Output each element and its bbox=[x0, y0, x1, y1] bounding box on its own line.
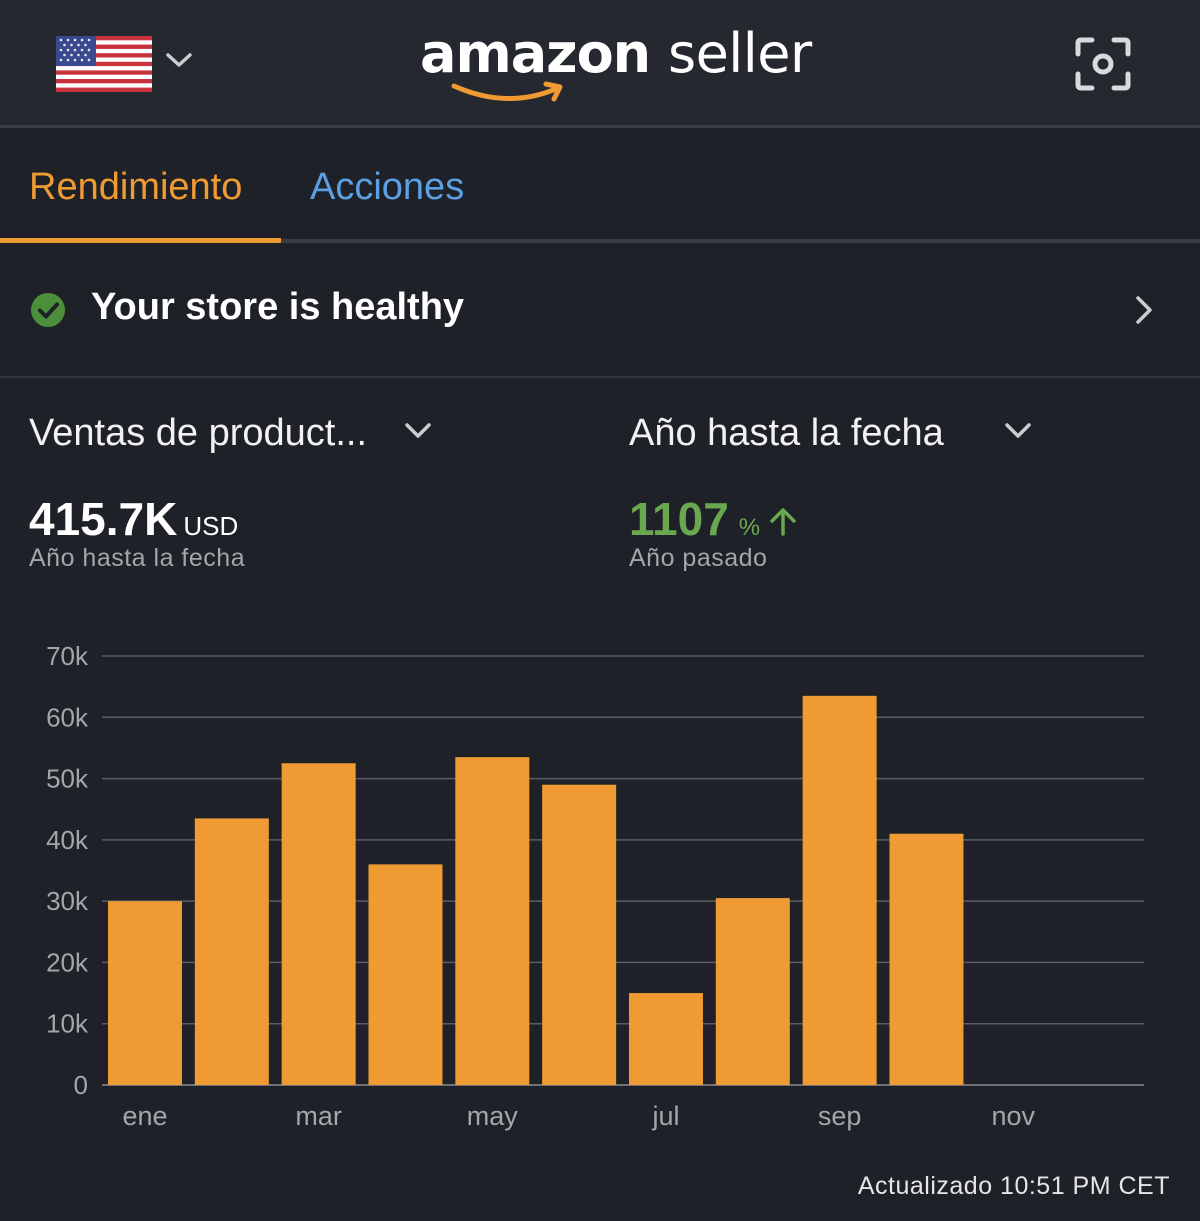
brand-suffix: seller bbox=[667, 22, 812, 85]
chevron-down-icon bbox=[166, 53, 192, 67]
y-tick-label: 60k bbox=[46, 702, 89, 732]
bar-may bbox=[455, 757, 530, 1085]
sales-value: 415.7K bbox=[29, 493, 178, 545]
growth-value: 1107 bbox=[629, 493, 729, 545]
bar-abr bbox=[368, 864, 443, 1085]
y-tick-label: 40k bbox=[46, 825, 89, 855]
y-tick-label: 10k bbox=[46, 1009, 89, 1039]
check-circle-icon bbox=[31, 293, 65, 327]
y-tick-label: 30k bbox=[46, 886, 89, 916]
date-range-dropdown-value: Año hasta la fecha bbox=[629, 412, 944, 454]
growth-unit: % bbox=[738, 514, 761, 541]
chevron-down-icon bbox=[1005, 423, 1031, 438]
bar-jul bbox=[628, 993, 703, 1085]
sales-caption: Año hasta la fecha bbox=[29, 544, 246, 572]
bar-feb bbox=[194, 818, 269, 1085]
tab-acciones[interactable]: Acciones bbox=[310, 131, 464, 244]
brand-name: amazon bbox=[420, 22, 651, 85]
tab-rendimiento[interactable]: Rendimiento bbox=[29, 131, 242, 244]
us-flag-icon bbox=[56, 36, 152, 92]
bar-mar bbox=[281, 763, 356, 1085]
y-tick-label: 50k bbox=[46, 764, 89, 794]
seller-dashboard: amazon seller Rendimiento Acciones Your … bbox=[0, 0, 1200, 1221]
store-health-text: Your store is healthy bbox=[91, 286, 465, 328]
smile-arrow-icon bbox=[451, 81, 563, 102]
date-range-dropdown[interactable]: Año hasta la fecha bbox=[629, 404, 1049, 464]
x-tick-label: ene bbox=[122, 1101, 167, 1131]
y-tick-label: 70k bbox=[46, 641, 89, 671]
x-tick-label: mar bbox=[295, 1101, 342, 1131]
top-bar: amazon seller bbox=[0, 0, 1200, 128]
bar-oct bbox=[889, 833, 964, 1085]
last-updated-text: Actualizado 10:51 PM CET bbox=[857, 1172, 1170, 1200]
x-tick-label: sep bbox=[818, 1101, 862, 1131]
bar-ago bbox=[715, 898, 790, 1085]
scan-icon bbox=[1075, 37, 1131, 91]
store-health-row[interactable]: Your store is healthy bbox=[0, 246, 1200, 378]
x-tick-label: nov bbox=[992, 1101, 1036, 1131]
metric-dropdown[interactable]: Ventas de product... bbox=[29, 404, 449, 464]
bar-sep bbox=[802, 695, 877, 1085]
amazon-seller-logo: amazon seller bbox=[420, 22, 812, 112]
growth-stat: 1107% bbox=[629, 492, 799, 546]
growth-caption: Año pasado bbox=[629, 544, 768, 572]
bar-jun bbox=[542, 784, 617, 1085]
chevron-down-icon bbox=[405, 423, 431, 438]
bar-ene bbox=[108, 901, 182, 1085]
sales-stat: 415.7K USD bbox=[29, 492, 238, 546]
y-tick-label: 0 bbox=[74, 1070, 88, 1100]
tab-bar: Rendimiento Acciones bbox=[0, 131, 1200, 244]
active-tab-indicator bbox=[0, 238, 281, 243]
metric-dropdown-value: Ventas de product... bbox=[29, 412, 368, 454]
arrow-up-icon bbox=[769, 508, 796, 536]
x-tick-label: jul bbox=[651, 1101, 679, 1131]
x-tick-label: may bbox=[467, 1101, 519, 1131]
chevron-right-icon bbox=[1136, 296, 1152, 324]
chart-canvas: 0 10k 20k 30k 40k 50k 60k 70k ene mar may jul sep nov bbox=[46, 641, 1144, 1131]
y-tick-label: 20k bbox=[46, 947, 89, 977]
sales-bar-chart: 0 10k 20k 30k 40k 50k 60k 70k ene mar may jul sep nov bbox=[0, 620, 1200, 1150]
scan-button[interactable] bbox=[1074, 36, 1132, 92]
country-selector[interactable] bbox=[56, 36, 206, 94]
sales-unit: USD bbox=[183, 511, 239, 541]
